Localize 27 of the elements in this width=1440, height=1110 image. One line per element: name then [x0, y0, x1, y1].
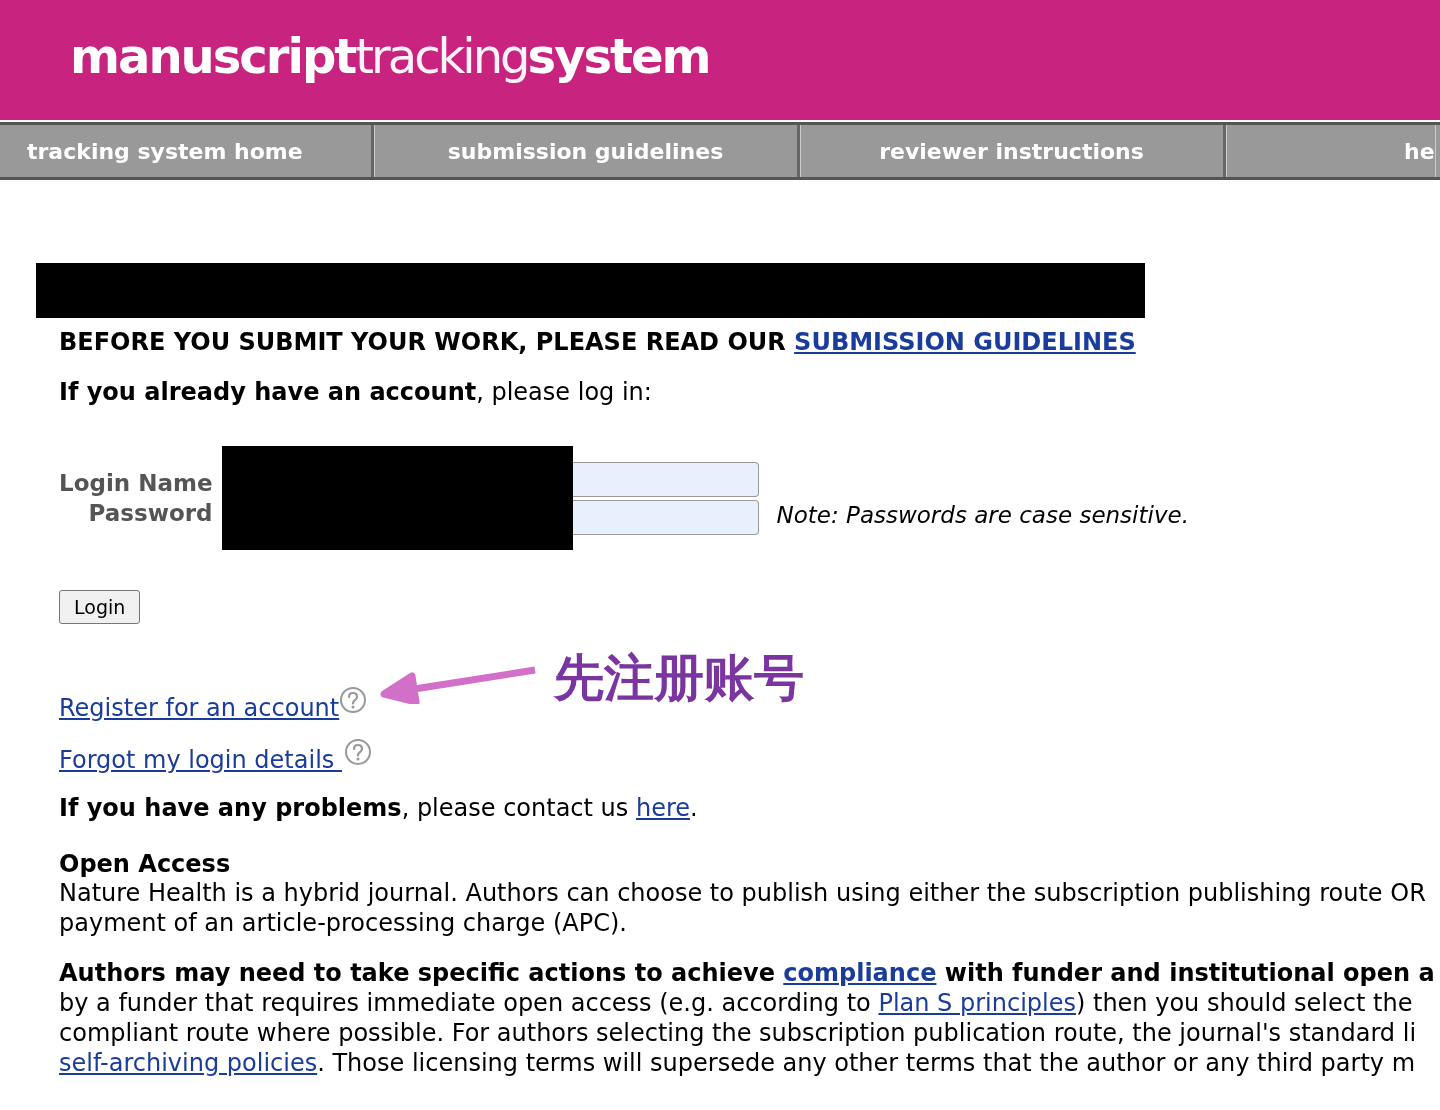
- text-link[interactable]: Register for an account: [59, 694, 340, 722]
- text-link[interactable]: SUBMISSION GUIDELINES: [794, 328, 1136, 356]
- section-heading: Open Access: [59, 850, 232, 878]
- text-link[interactable]: self-archiving policies: [59, 1049, 318, 1077]
- text-link[interactable]: compliance: [783, 959, 937, 987]
- paragraph-line: compliant route where possible. For authors selecting the subscription publication route, the journal's standard li: [59, 1018, 1418, 1048]
- paragraph-line: Authors may need to take specific actions to achieve compliance with funder and institutional open a: [59, 958, 1436, 988]
- field-label: Password: [88, 500, 213, 526]
- text-link[interactable]: here: [635, 794, 691, 822]
- help-icon[interactable]: [343, 738, 372, 766]
- text-link[interactable]: Forgot my login details: [59, 746, 342, 774]
- paragraph-line: by a funder that requires immediate open access (e.g. according to Plan S principles) then you should select the: [59, 988, 1414, 1018]
- site-logo: manuscripttrackingsystem: [70, 28, 710, 86]
- field-label: Login Name: [59, 470, 213, 496]
- paragraph-line: payment of an article-processing charge (APC).: [59, 908, 628, 938]
- contact-text: If you have any problems, please contact us here.: [59, 794, 699, 822]
- input-field[interactable]: [572, 499, 759, 535]
- text-link[interactable]: Plan S principles: [878, 989, 1076, 1017]
- paragraph-line: Nature Health is a hybrid journal. Authors can choose to publish using either the subscription publishing route OR: [59, 878, 1427, 908]
- input-field[interactable]: [572, 461, 759, 497]
- login-prompt: If you already have an account, please log in:: [59, 378, 653, 406]
- annotation-text: 先注册账号: [554, 648, 804, 709]
- note-text: Note: Passwords are case sensitive.: [776, 502, 1189, 528]
- paragraph-line: self-archiving policies. Those licensing terms will supersede any other terms that the author or any third party m: [59, 1048, 1417, 1078]
- help-icon[interactable]: [339, 686, 368, 714]
- login-button[interactable]: Login: [59, 590, 141, 624]
- notice-text: BEFORE YOU SUBMIT YOUR WORK, PLEASE READ OUR SUBMISSION GUIDELINES: [59, 328, 1137, 356]
